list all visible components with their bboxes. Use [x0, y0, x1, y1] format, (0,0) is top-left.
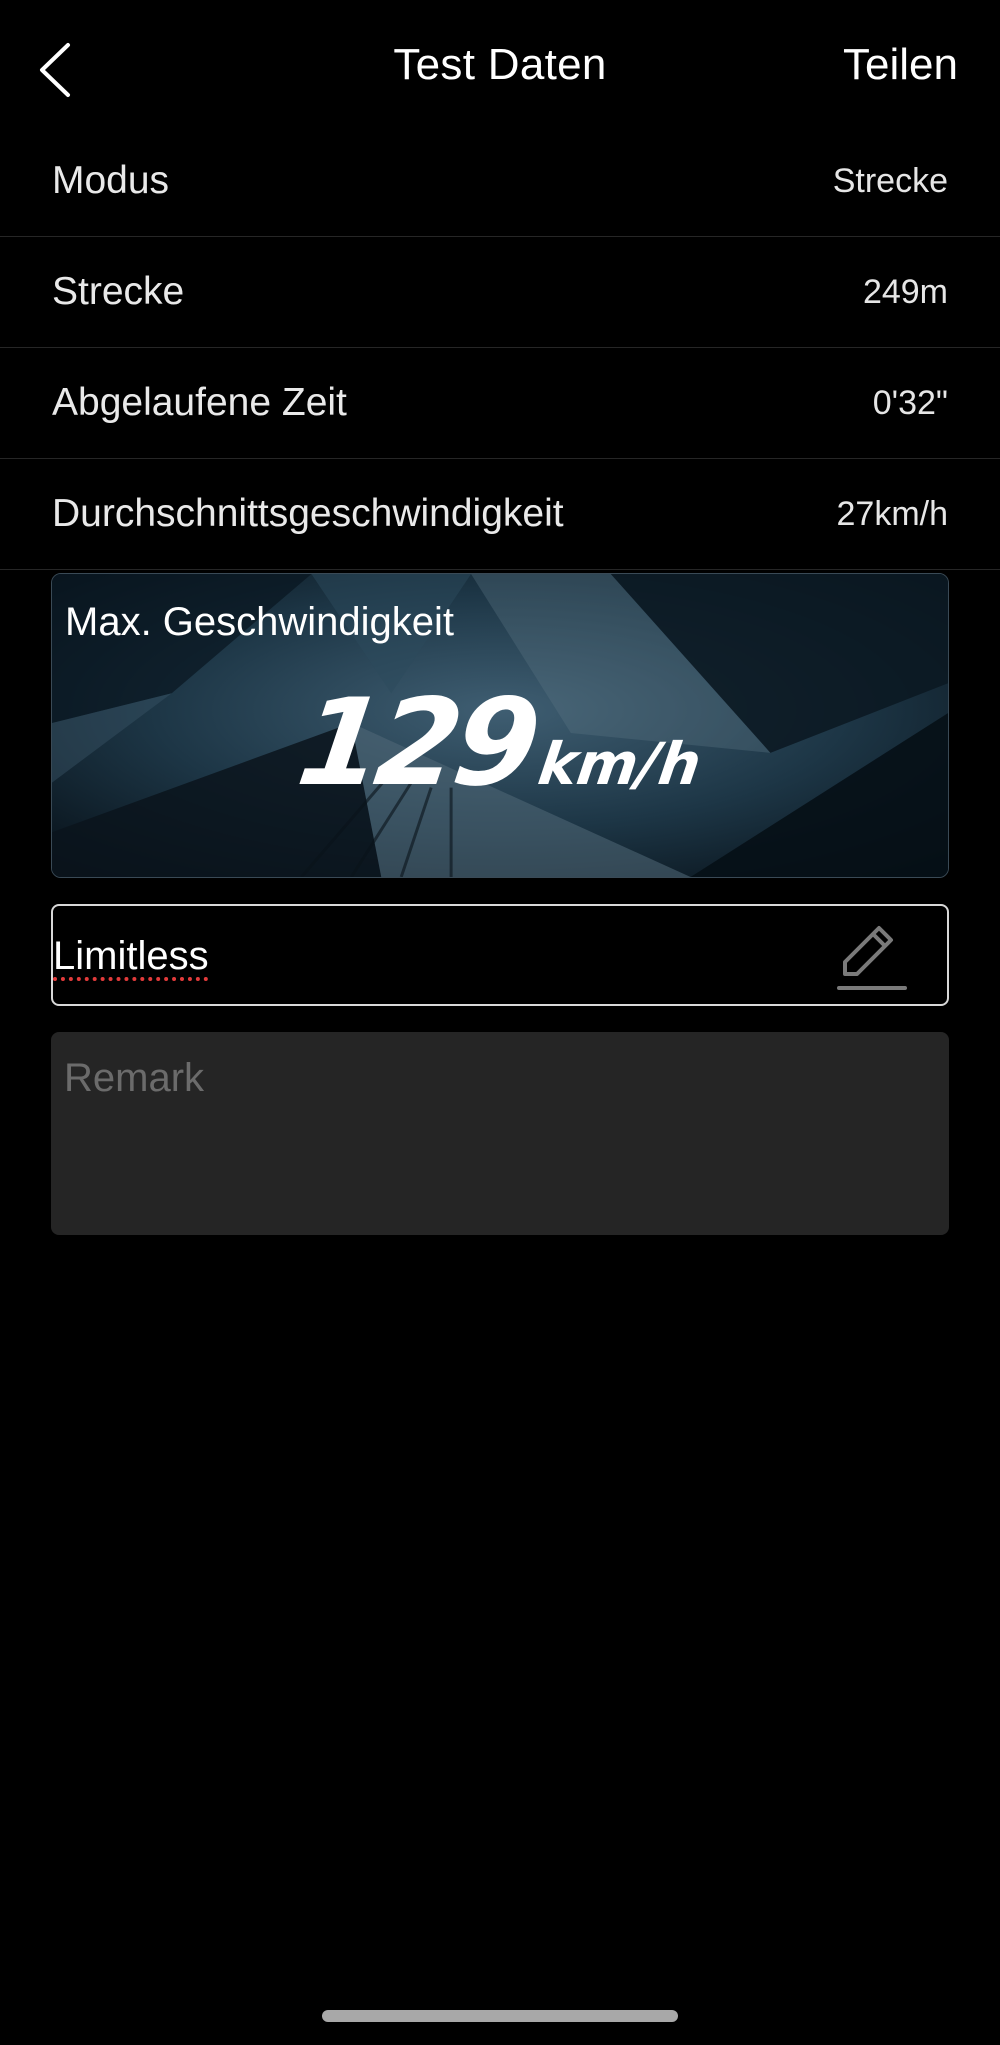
info-value: Strecke [832, 161, 948, 200]
edit-name-button[interactable] [831, 918, 911, 998]
info-value: 27km/h [836, 494, 949, 533]
max-speed-value: 129 [290, 674, 543, 813]
info-row-mode: Modus Strecke [0, 126, 1000, 237]
info-value: 0'32" [872, 383, 948, 422]
max-speed-readout: 129km/h [52, 674, 948, 813]
info-value: 249m [862, 272, 948, 311]
test-name-value[interactable]: Limitless [53, 934, 209, 979]
pencil-icon [837, 926, 907, 990]
info-row-elapsed-time: Abgelaufene Zeit 0'32" [0, 348, 1000, 459]
navigation-bar: Test Daten Teilen [0, 0, 1000, 140]
info-label: Strecke [52, 270, 185, 313]
max-speed-unit: km/h [533, 730, 705, 798]
info-label: Durchschnittsgeschwindigkeit [52, 492, 564, 535]
max-speed-label: Max. Geschwindigkeit [65, 600, 455, 644]
max-speed-card: Max. Geschwindigkeit 129km/h [51, 573, 949, 878]
remark-input[interactable] [51, 1032, 949, 1235]
info-row-average-speed: Durchschnittsgeschwindigkeit 27km/h [0, 459, 1000, 570]
info-row-distance: Strecke 249m [0, 237, 1000, 348]
test-info-list: Modus Strecke Strecke 249m Abgelaufene Z… [0, 126, 1000, 570]
test-name-field[interactable]: Limitless [51, 904, 949, 1006]
info-label: Abgelaufene Zeit [52, 381, 347, 424]
home-indicator [322, 2010, 678, 2022]
info-label: Modus [52, 159, 170, 202]
share-button[interactable]: Teilen [843, 40, 958, 90]
